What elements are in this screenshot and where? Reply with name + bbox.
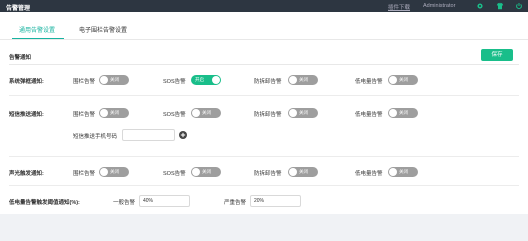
label-fence-alarm: 围栏告警 bbox=[73, 171, 96, 177]
tab-general-alarm[interactable]: 通用告警设置 bbox=[19, 25, 55, 34]
add-phone-icon[interactable] bbox=[179, 131, 187, 139]
toggle-knob bbox=[389, 109, 397, 117]
toggle-text: 关闭 bbox=[399, 77, 408, 82]
toggle-text: 关闭 bbox=[110, 169, 119, 174]
threshold-label: 低电量告警触发阈值通知(%): bbox=[9, 200, 80, 206]
save-button[interactable]: 保存 bbox=[481, 49, 513, 61]
toggle-sound-sos[interactable]: 关闭 bbox=[191, 167, 221, 177]
toggle-text: 关闭 bbox=[299, 77, 308, 82]
toggle-text: 开启 bbox=[195, 77, 204, 82]
toggle-sms-sos[interactable]: 关闭 bbox=[191, 108, 221, 118]
label-fence-alarm: 围栏告警 bbox=[73, 79, 96, 85]
toggle-sound-tamper[interactable]: 关闭 bbox=[288, 167, 318, 177]
label-tamper-alarm: 防拆卸告警 bbox=[254, 112, 282, 118]
toggle-text: 关闭 bbox=[110, 77, 119, 82]
gear-icon[interactable] bbox=[476, 2, 484, 10]
label-sos-alarm: SOS告警 bbox=[163, 112, 186, 118]
toggle-text: 关闭 bbox=[399, 169, 408, 174]
label-sos-alarm: SOS告警 bbox=[163, 171, 186, 177]
toggle-knob bbox=[212, 76, 220, 84]
section-title: 告警通知 bbox=[9, 55, 32, 61]
general-alarm-threshold-input[interactable] bbox=[139, 195, 190, 207]
toggle-sound-low-battery[interactable]: 关闭 bbox=[388, 167, 418, 177]
row-label-sound-light: 声光触发通知: bbox=[9, 171, 44, 177]
toggle-knob bbox=[100, 109, 108, 117]
label-low-battery-alarm: 低电量告警 bbox=[355, 79, 383, 85]
severe-alarm-threshold-input[interactable] bbox=[250, 195, 301, 207]
label-fence-alarm: 围栏告警 bbox=[73, 112, 96, 118]
toggle-text: 关闭 bbox=[299, 110, 308, 115]
row-label-popup: 系统弹框通知: bbox=[9, 79, 44, 85]
label-low-battery-alarm: 低电量告警 bbox=[355, 112, 383, 118]
power-icon[interactable] bbox=[515, 2, 523, 10]
toggle-sms-low-battery[interactable]: 关闭 bbox=[388, 108, 418, 118]
label-tamper-alarm: 防拆卸告警 bbox=[254, 79, 282, 85]
toggle-knob bbox=[100, 168, 108, 176]
toggle-popup-fence[interactable]: 关闭 bbox=[99, 75, 129, 85]
toggle-sms-fence[interactable]: 关闭 bbox=[99, 108, 129, 118]
label-sms-phone: 短信推送手机号码 bbox=[73, 134, 118, 140]
toggle-text: 关闭 bbox=[202, 169, 211, 174]
label-low-battery-alarm: 低电量告警 bbox=[355, 171, 383, 177]
tab-divider bbox=[0, 39, 528, 40]
toggle-knob bbox=[289, 76, 297, 84]
toggle-text: 关闭 bbox=[202, 110, 211, 115]
row-divider bbox=[9, 185, 519, 186]
toggle-knob bbox=[389, 76, 397, 84]
row-divider bbox=[9, 95, 519, 96]
general-alarm-label: 一般告警 bbox=[113, 200, 136, 206]
toggle-text: 关闭 bbox=[110, 110, 119, 115]
plugin-download-link[interactable]: 插件下载 bbox=[388, 3, 410, 11]
section-divider bbox=[9, 64, 519, 65]
toggle-knob bbox=[100, 76, 108, 84]
top-bar: 告警管理 插件下载 Administrator bbox=[0, 0, 528, 12]
shirt-icon[interactable] bbox=[496, 2, 504, 10]
toggle-knob bbox=[192, 168, 200, 176]
sms-phone-input[interactable] bbox=[122, 129, 175, 141]
toggle-sms-tamper[interactable]: 关闭 bbox=[288, 108, 318, 118]
label-tamper-alarm: 防拆卸告警 bbox=[254, 171, 282, 177]
toggle-popup-low-battery[interactable]: 关闭 bbox=[388, 75, 418, 85]
row-label-sms: 短信推送通知: bbox=[9, 112, 44, 118]
app-title: 告警管理 bbox=[6, 6, 31, 12]
toggle-popup-sos[interactable]: 开启 bbox=[191, 75, 221, 85]
toggle-knob bbox=[192, 109, 200, 117]
toggle-text: 关闭 bbox=[299, 169, 308, 174]
username[interactable]: Administrator bbox=[423, 3, 455, 9]
tab-fence-alarm[interactable]: 电子围栏告警设置 bbox=[79, 25, 127, 34]
toggle-popup-tamper[interactable]: 关闭 bbox=[288, 75, 318, 85]
toggle-knob bbox=[389, 168, 397, 176]
toggle-sound-fence[interactable]: 关闭 bbox=[99, 167, 129, 177]
toggle-knob bbox=[289, 168, 297, 176]
toggle-text: 关闭 bbox=[399, 110, 408, 115]
main-panel: 通用告警设置 电子围栏告警设置 告警通知 保存 系统弹框通知: 围栏告警 关闭 … bbox=[0, 12, 528, 214]
toggle-knob bbox=[289, 109, 297, 117]
row-divider bbox=[9, 156, 519, 157]
label-sos-alarm: SOS告警 bbox=[163, 79, 186, 85]
severe-alarm-label: 严重告警 bbox=[224, 200, 247, 206]
tab-bar: 通用告警设置 电子围栏告警设置 bbox=[0, 12, 528, 40]
